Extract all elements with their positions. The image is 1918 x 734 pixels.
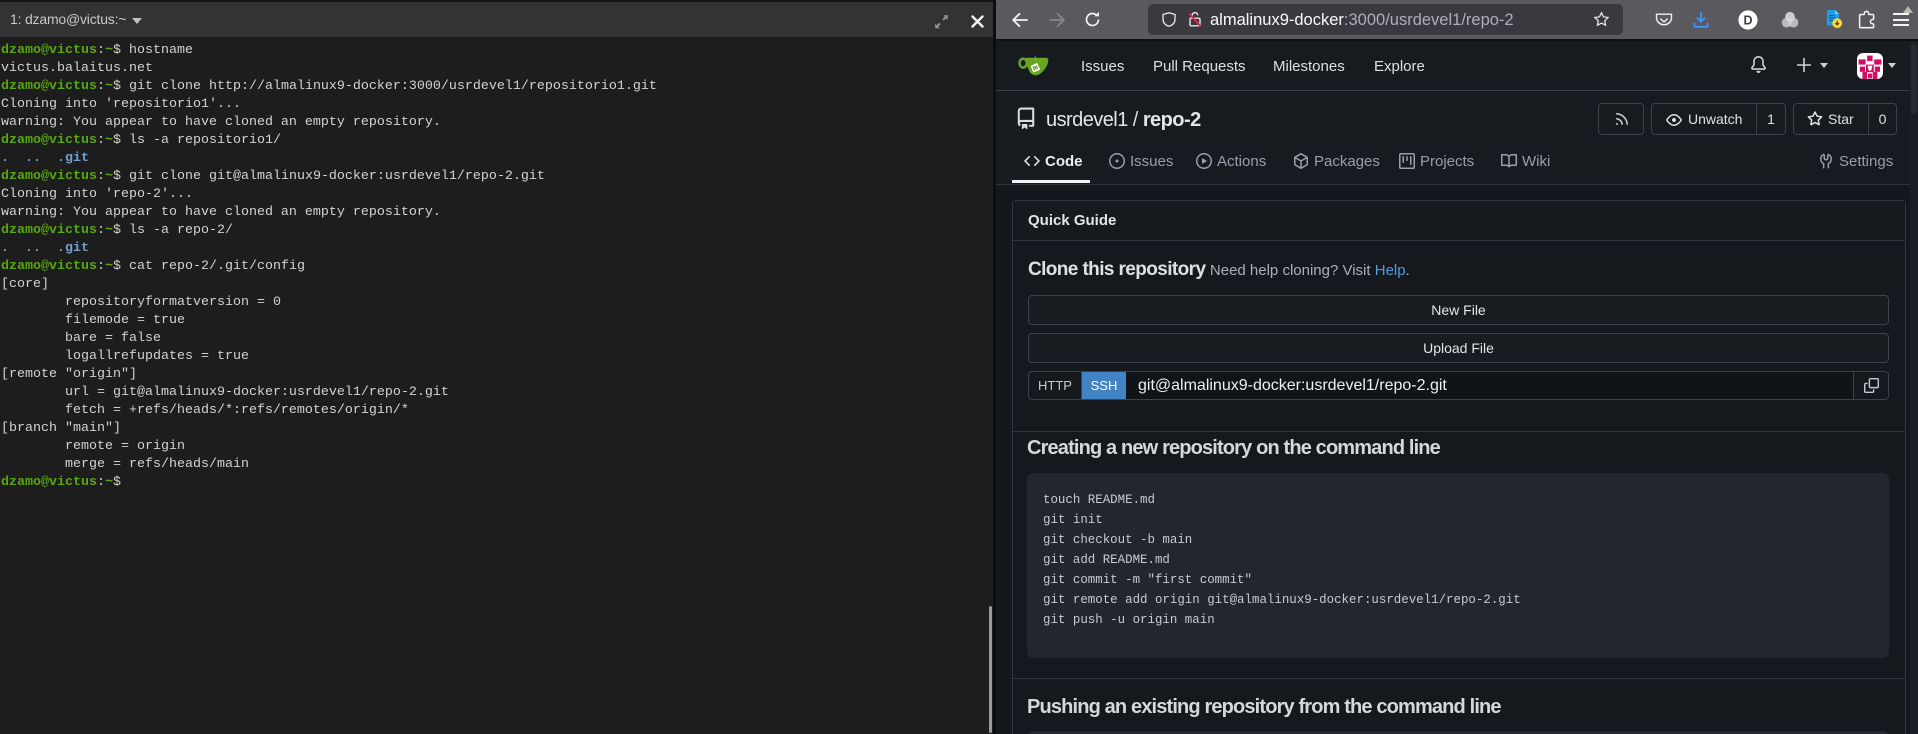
svg-text:D: D — [1743, 13, 1752, 27]
